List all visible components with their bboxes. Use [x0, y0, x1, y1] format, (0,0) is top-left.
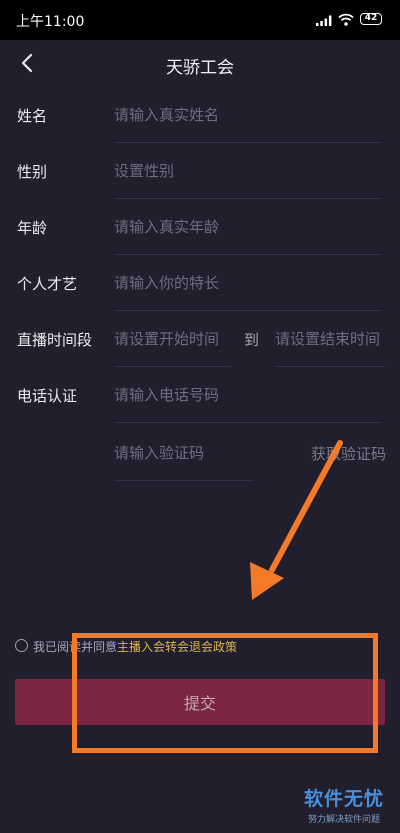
form-row-phone: 电话认证: [0, 367, 400, 423]
status-bar: 上午11:00 42: [0, 0, 400, 40]
signal-icon: [316, 15, 332, 26]
to-separator: 到: [244, 331, 260, 349]
watermark: 软件无忧 努力解决软件问题: [296, 784, 392, 825]
start-time-picker[interactable]: [114, 311, 231, 367]
page-title: 天骄工会: [166, 58, 234, 78]
nav-bar: 天骄工会: [0, 40, 400, 86]
agreement-text: 我已阅读并同意主播入会转会退会政策: [33, 638, 237, 655]
age-input[interactable]: [114, 199, 382, 255]
name-label: 姓名: [17, 107, 48, 125]
agreement-prefix: 我已阅读并同意: [33, 640, 118, 654]
phone-input[interactable]: [114, 367, 382, 423]
form-row-talent: 个人才艺: [0, 255, 400, 311]
get-code-button[interactable]: 获取验证码: [311, 443, 386, 464]
battery-level: 42: [364, 13, 378, 23]
gender-label: 性别: [17, 163, 48, 181]
watermark-title: 软件无忧: [303, 788, 384, 810]
age-label: 年龄: [17, 219, 48, 237]
submit-button[interactable]: 提交: [15, 679, 385, 725]
name-input[interactable]: [114, 87, 382, 143]
gender-select[interactable]: [114, 143, 382, 199]
policy-link[interactable]: 主播入会转会退会政策: [117, 640, 237, 654]
watermark-subtitle: 努力解决软件问题: [307, 815, 380, 825]
agreement-row: 我已阅读并同意主播入会转会退会政策: [15, 636, 385, 656]
schedule-label: 直播时间段: [17, 331, 93, 349]
form-row-name: 姓名: [0, 87, 400, 143]
status-time: 上午11:00: [16, 14, 85, 30]
wifi-icon: [338, 13, 354, 26]
verification-code-input[interactable]: [114, 425, 254, 481]
end-time-picker[interactable]: [275, 311, 385, 367]
form-row-code: 获取验证码: [0, 425, 400, 481]
form-row-age: 年龄: [0, 199, 400, 255]
talent-input[interactable]: [114, 255, 382, 311]
phone-label: 电话认证: [17, 387, 78, 405]
form-row-schedule: 直播时间段 到: [0, 311, 400, 367]
form-row-gender: 性别: [0, 143, 400, 199]
battery-icon: 42: [360, 13, 382, 25]
agreement-radio[interactable]: [15, 639, 28, 652]
talent-label: 个人才艺: [17, 275, 78, 293]
